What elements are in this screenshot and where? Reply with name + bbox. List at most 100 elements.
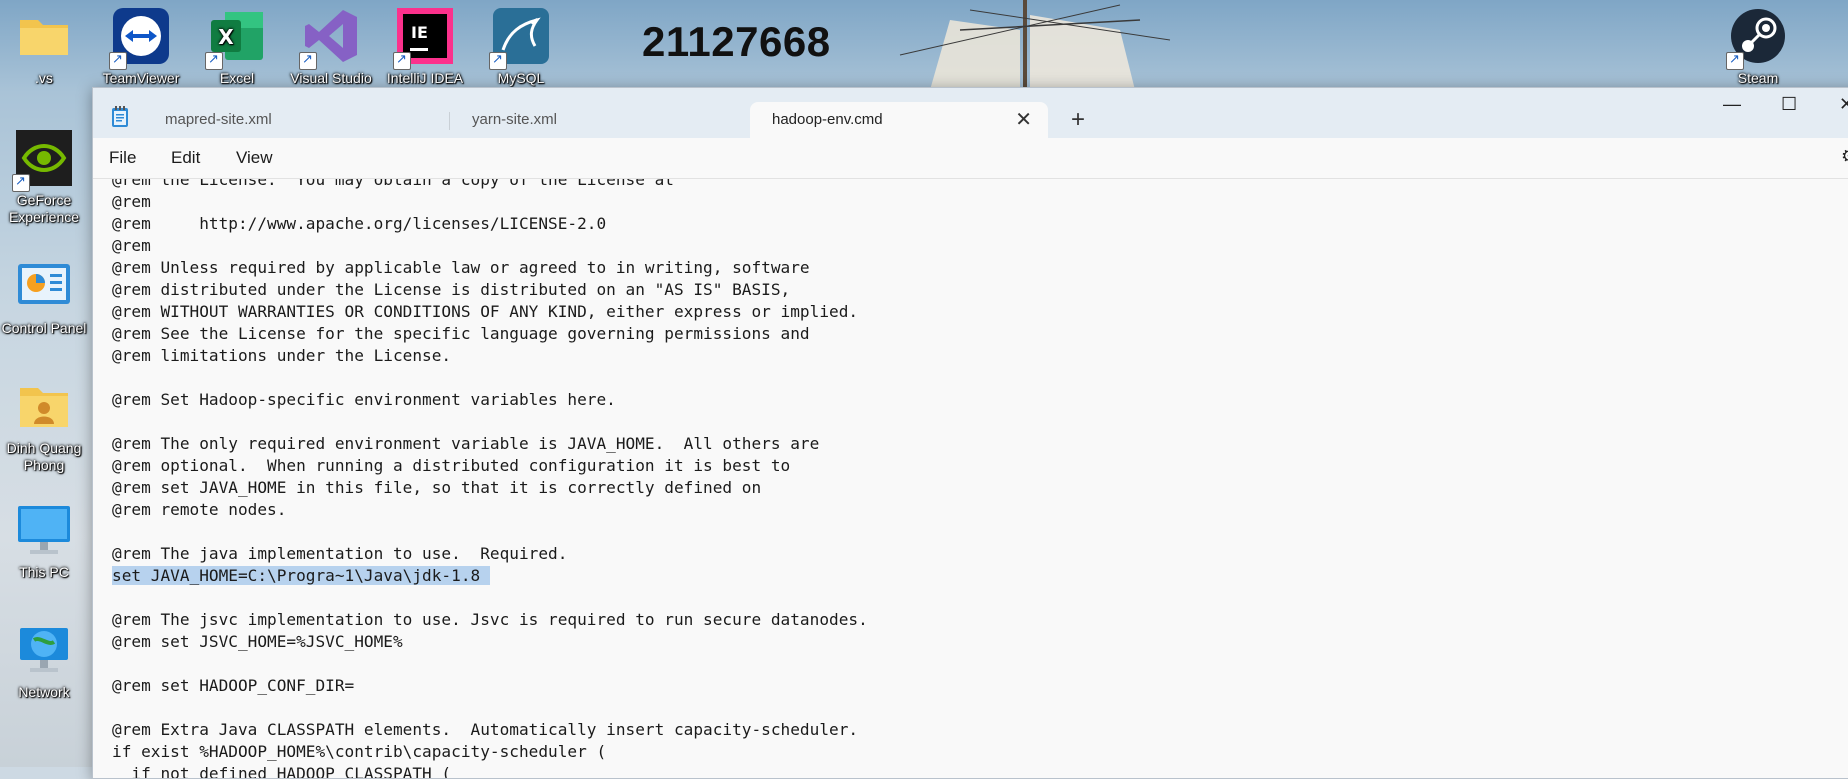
editor-line[interactable]: set JAVA_HOME=C:\Progra~1\Java\jdk-1.8 <box>112 565 868 587</box>
desktop-icon-visual-studio[interactable]: Visual Studio <box>283 6 379 87</box>
minimize-button[interactable]: — <box>1723 94 1741 115</box>
line-text: @rem The java implementation to use. Req… <box>112 544 568 563</box>
desktop-counter-text: 21127668 <box>642 18 831 65</box>
excel-icon: X <box>205 6 267 70</box>
monitor-icon <box>14 500 74 560</box>
tab-yarn-site[interactable]: yarn-site.xml <box>450 102 740 138</box>
editor-line[interactable]: @rem The java implementation to use. Req… <box>112 543 868 565</box>
editor-line[interactable]: @rem the License. You may obtain a copy … <box>112 179 868 191</box>
line-text: if not defined HADOOP_CLASSPATH ( <box>112 764 452 778</box>
line-text: if exist %HADOOP_HOME%\contrib\capacity-… <box>112 742 607 761</box>
menu-bar: File Edit View ⚙ <box>93 138 1848 179</box>
line-text: @rem distributed under the License is di… <box>112 280 791 299</box>
editor-line[interactable]: @rem <box>112 191 868 213</box>
editor-line[interactable]: @rem Unless required by applicable law o… <box>112 257 868 279</box>
desktop-icon-label: Visual Studio <box>290 70 372 86</box>
desktop-icon-mysql[interactable]: MySQL <box>473 6 569 87</box>
desktop-icon-this-pc[interactable]: This PC <box>0 500 92 581</box>
desktop-icon-label: Network <box>18 684 70 700</box>
desktop-icon-label: TeamViewer <box>102 70 180 86</box>
tab-label: yarn-site.xml <box>472 111 558 128</box>
desktop-icon-label: Control Panel <box>1 320 87 336</box>
editor-line[interactable] <box>112 521 868 543</box>
tab-label: mapred-site.xml <box>165 111 272 128</box>
editor-line[interactable]: @rem set HADOOP_CONF_DIR= <box>112 675 868 697</box>
menu-edit[interactable]: Edit <box>171 138 200 178</box>
maximize-button[interactable]: ☐ <box>1781 94 1797 115</box>
editor-line[interactable] <box>112 367 868 389</box>
editor-line[interactable] <box>112 587 868 609</box>
line-text: @rem <box>112 236 151 255</box>
editor-line[interactable]: @rem limitations under the License. <box>112 345 868 367</box>
desktop-icon-label: Steam <box>1737 70 1779 86</box>
notepad-app-icon <box>112 106 128 127</box>
tab-mapred-site[interactable]: mapred-site.xml <box>143 102 433 138</box>
editor-line[interactable]: @rem See the License for the specific la… <box>112 323 868 345</box>
editor-line[interactable] <box>112 411 868 433</box>
text-editor-area[interactable]: @rem the License. You may obtain a copy … <box>93 179 1848 778</box>
editor-line[interactable] <box>112 697 868 719</box>
tab-label: hadoop-env.cmd <box>772 111 883 128</box>
user-folder-icon <box>14 376 74 436</box>
editor-line[interactable]: @rem Set Hadoop-specific environment var… <box>112 389 868 411</box>
notepad-window: mapred-site.xml yarn-site.xml hadoop-env… <box>92 87 1848 779</box>
desktop-icon-label: Dinh Quang Phong <box>6 440 82 473</box>
desktop-icon-intellij[interactable]: IE IntelliJ IDEA <box>377 6 473 87</box>
selected-text: set JAVA_HOME=C:\Progra~1\Java\jdk-1.8 <box>112 566 490 585</box>
desktop-icon-network[interactable]: Network <box>0 620 92 701</box>
editor-line[interactable]: @rem optional. When running a distribute… <box>112 455 868 477</box>
geforce-icon <box>12 128 74 192</box>
settings-gear-icon[interactable]: ⚙ <box>1841 146 1848 167</box>
desktop-icon-label: GeForce Experience <box>8 192 80 225</box>
editor-line[interactable]: @rem <box>112 235 868 257</box>
editor-line[interactable]: @rem set JSVC_HOME=%JSVC_HOME% <box>112 631 868 653</box>
title-bar: mapred-site.xml yarn-site.xml hadoop-env… <box>93 88 1848 138</box>
editor-line[interactable]: @rem The only required environment varia… <box>112 433 868 455</box>
desktop-icon-control-panel[interactable]: Control Panel <box>0 256 92 337</box>
intellij-icon: IE <box>393 6 455 70</box>
folder-icon <box>14 6 74 66</box>
editor-line[interactable]: @rem set JAVA_HOME in this file, so that… <box>112 477 868 499</box>
editor-line[interactable]: @rem distributed under the License is di… <box>112 279 868 301</box>
desktop-icon-label: Excel <box>219 70 255 86</box>
svg-text:X: X <box>218 25 234 49</box>
editor-line[interactable]: @rem WITHOUT WARRANTIES OR CONDITIONS OF… <box>112 301 868 323</box>
line-text: @rem WITHOUT WARRANTIES OR CONDITIONS OF… <box>112 302 859 321</box>
line-text: @rem Unless required by applicable law o… <box>112 258 810 277</box>
line-text: @rem http://www.apache.org/licenses/LICE… <box>112 214 607 233</box>
desktop-icon-vs-folder[interactable]: .vs <box>0 6 92 87</box>
menu-view[interactable]: View <box>236 138 273 178</box>
teamviewer-icon <box>109 6 171 70</box>
desktop-icon-steam[interactable]: Steam <box>1710 6 1806 87</box>
editor-line[interactable]: @rem The jsvc implementation to use. Jsv… <box>112 609 868 631</box>
line-text: @rem set HADOOP_CONF_DIR= <box>112 676 355 695</box>
desktop-icon-label: IntelliJ IDEA <box>386 70 464 86</box>
close-tab-icon[interactable]: ✕ <box>1015 102 1032 138</box>
editor-line[interactable] <box>112 653 868 675</box>
editor-line[interactable]: @rem remote nodes. <box>112 499 868 521</box>
desktop-icon-excel[interactable]: X Excel <box>189 6 285 87</box>
tab-hadoop-env[interactable]: hadoop-env.cmd ✕ <box>750 102 1048 138</box>
steam-icon <box>1726 6 1788 70</box>
editor-text[interactable]: @rem the License. You may obtain a copy … <box>112 179 868 778</box>
line-text: @rem Extra Java CLASSPATH elements. Auto… <box>112 720 859 739</box>
line-text: @rem set JSVC_HOME=%JSVC_HOME% <box>112 632 403 651</box>
editor-line[interactable]: if exist %HADOOP_HOME%\contrib\capacity-… <box>112 741 868 763</box>
editor-line[interactable]: if not defined HADOOP_CLASSPATH ( <box>112 763 868 778</box>
desktop-icon-teamviewer[interactable]: TeamViewer <box>93 6 189 87</box>
sailing-ship-image <box>899 0 1171 90</box>
line-text: @rem the License. You may obtain a copy … <box>112 179 674 189</box>
desktop-icon-geforce[interactable]: GeForce Experience <box>0 128 92 226</box>
line-text: @rem remote nodes. <box>112 500 287 519</box>
editor-line[interactable]: @rem Extra Java CLASSPATH elements. Auto… <box>112 719 868 741</box>
line-text: @rem The only required environment varia… <box>112 434 820 453</box>
desktop-icon-label: MySQL <box>497 70 545 86</box>
line-text: @rem See the License for the specific la… <box>112 324 810 343</box>
svg-text:IE: IE <box>411 23 428 42</box>
desktop-icon-user-folder[interactable]: Dinh Quang Phong <box>0 376 92 474</box>
menu-file[interactable]: File <box>109 138 136 178</box>
editor-line[interactable]: @rem http://www.apache.org/licenses/LICE… <box>112 213 868 235</box>
new-tab-button[interactable]: + <box>1071 107 1085 133</box>
network-icon <box>14 620 74 680</box>
close-window-button[interactable]: ✕ <box>1839 94 1848 115</box>
